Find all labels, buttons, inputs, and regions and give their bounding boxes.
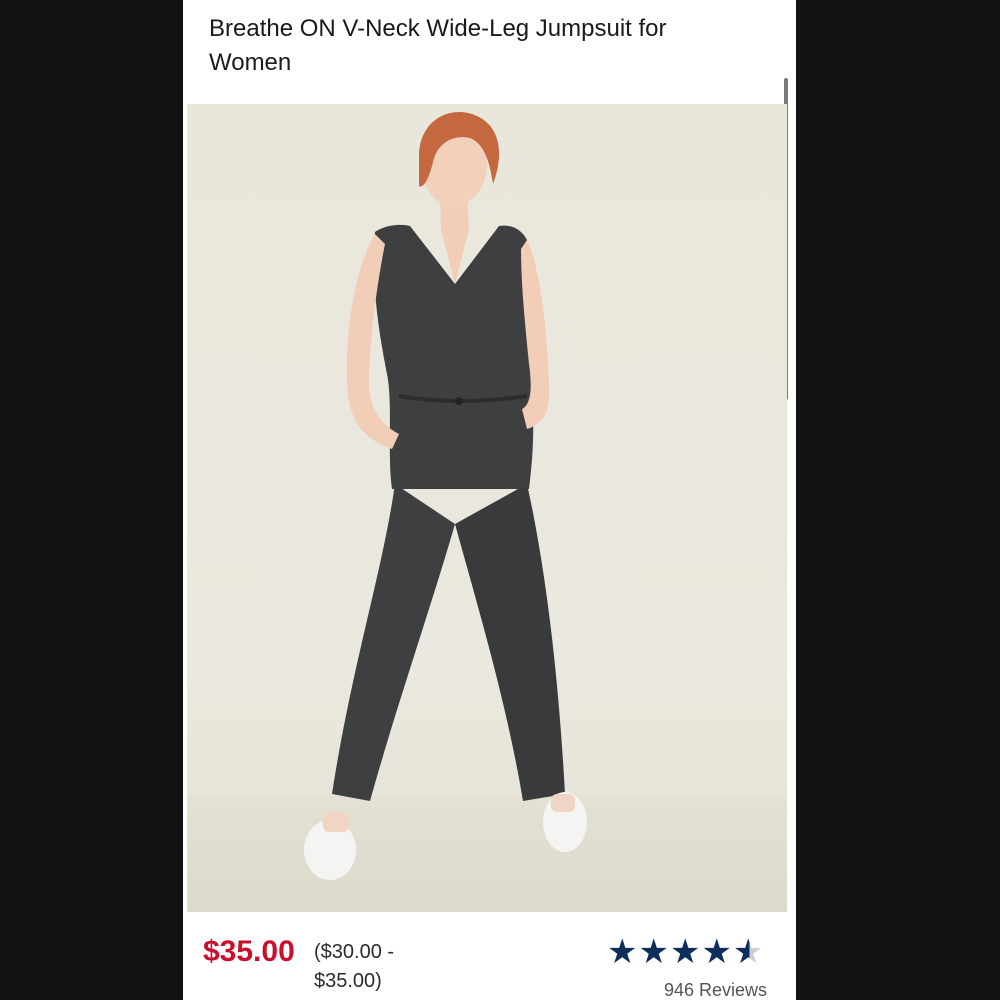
star-icon: ★ <box>638 933 669 971</box>
reviews-link[interactable]: 946 Reviews <box>664 978 767 1000</box>
product-image[interactable] <box>187 104 787 912</box>
star-icon: ★ <box>701 933 732 971</box>
product-title: Breathe ON V-Neck Wide-Leg Jumpsuit for … <box>209 15 667 76</box>
model-photo <box>304 111 587 880</box>
product-page: Breathe ON V-Neck Wide-Leg Jumpsuit for … <box>183 0 796 1000</box>
star-icon: ★ <box>669 933 701 971</box>
price-range: ($30.00 - $35.00) <box>314 941 395 992</box>
star-rating[interactable]: ★ ★ ★ ★ ★ <box>607 934 763 970</box>
sale-price: $35.00 <box>203 935 295 968</box>
half-star-icon: ★ <box>732 933 764 971</box>
star-icon: ★ <box>607 933 638 971</box>
